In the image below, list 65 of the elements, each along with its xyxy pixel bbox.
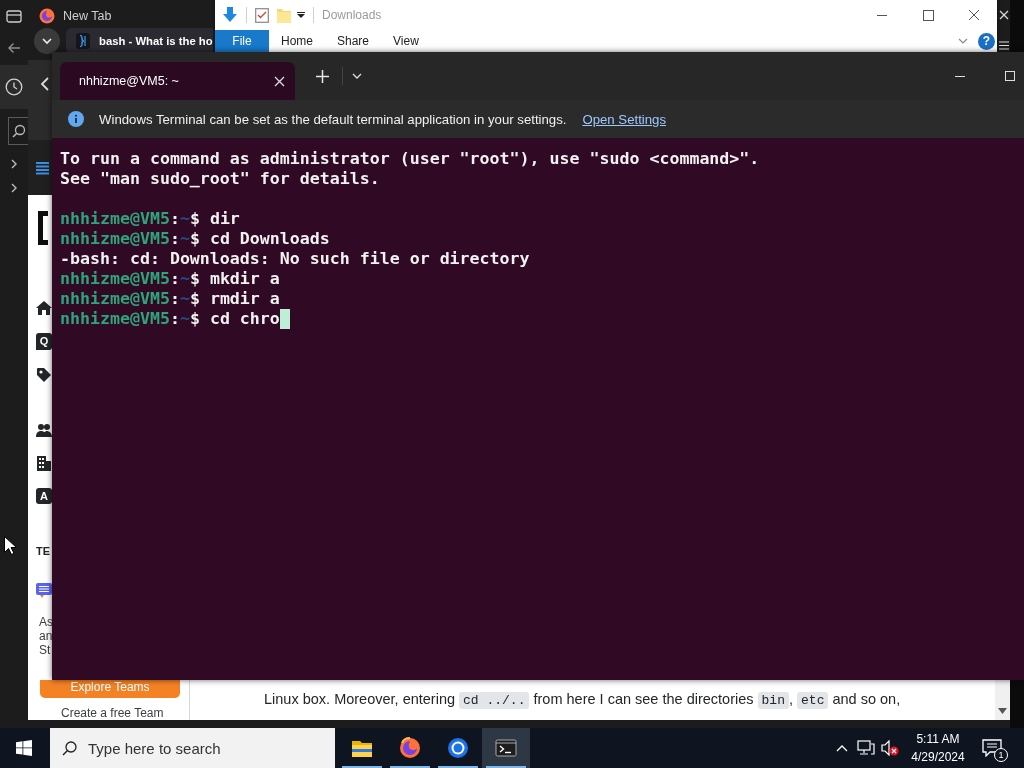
file-menu-tab[interactable]: File: [215, 30, 269, 52]
clock-time[interactable]: 5:11 AM: [916, 730, 960, 748]
ribbon-tab[interactable]: View: [381, 30, 431, 52]
window-title: Downloads: [322, 8, 382, 22]
articles-label[interactable]: A: [36, 488, 52, 504]
terminal-icon: [495, 737, 517, 759]
clock-date[interactable]: 4/29/2024: [911, 748, 965, 766]
teams-icon: [36, 582, 52, 598]
notification-icon[interactable]: [982, 739, 1002, 757]
ribbon-tab[interactable]: Share: [325, 30, 382, 52]
home-icon[interactable]: [36, 300, 52, 316]
clock-icon[interactable]: [5, 78, 23, 96]
chevron-up-icon[interactable]: [836, 744, 848, 752]
output-line: To run a command as administrator (user "root"), use "sudo <command>".: [60, 149, 760, 169]
teams-blurb: As an St: [39, 615, 53, 657]
download-arrow-icon[interactable]: [222, 7, 238, 23]
notification-count: 1: [994, 748, 1008, 762]
teams-heading: TE: [36, 544, 51, 558]
notice-text: Windows Terminal can be set as the default terminal application in your settings.: [99, 111, 567, 127]
users-icon[interactable]: [36, 422, 52, 438]
ribbon-tab[interactable]: Home: [269, 30, 325, 52]
chevron-right-icon[interactable]: [10, 159, 18, 169]
taskbar-app[interactable]: [482, 728, 530, 768]
search-icon: [62, 740, 77, 756]
back-arrow-icon[interactable]: [7, 41, 21, 55]
browser-tab[interactable]: New Tab: [39, 6, 112, 24]
plus-icon[interactable]: [316, 69, 329, 83]
prompt-line: nhhizme@VM5:~$ cd Downloads: [60, 229, 330, 249]
prompt-line: nhhizme@VM5:~$ mkdir a: [60, 269, 280, 289]
tabs-icon[interactable]: [6, 8, 22, 24]
menu-icon[interactable]: [999, 41, 1009, 50]
chevron-right-icon[interactable]: [10, 183, 18, 193]
close-icon[interactable]: [274, 75, 285, 87]
buildings-icon[interactable]: [36, 455, 52, 471]
close-icon[interactable]: [999, 10, 1009, 20]
tag-icon[interactable]: [36, 367, 52, 383]
body-text: Linux box. Moreover, entering cd ../.. from here I can see the directories bin , etc and so on,: [264, 690, 902, 711]
checklist-icon[interactable]: [255, 7, 269, 23]
browser-tab[interactable]: bash - What is the ho: [66, 28, 213, 54]
search-icon: [11, 124, 26, 138]
muted-speaker-icon[interactable]: [881, 740, 899, 756]
open-settings-link[interactable]: Open Settings: [582, 111, 666, 127]
brace-icon: [76, 33, 90, 49]
browser-logo-icon: [399, 737, 421, 759]
pointer-cursor-icon: [4, 536, 16, 555]
info-icon: [68, 111, 84, 127]
questions-label[interactable]: Q: [36, 333, 52, 350]
browser-logo-icon: [39, 8, 55, 24]
minimize-icon[interactable]: [955, 75, 965, 77]
prompt-line: nhhizme@VM5:~$ dir: [60, 209, 240, 229]
stacked-lines-icon[interactable]: [35, 160, 50, 176]
help-button[interactable]: ?: [978, 32, 995, 50]
prompt-line: nhhizme@VM5:~$ cd chro: [60, 309, 280, 329]
prompt-line: nhhizme@VM5:~$ rmdir a: [60, 289, 280, 309]
browser-logo-icon: [447, 737, 469, 759]
output-line: See "man sudo_root" for details.: [60, 169, 380, 189]
start-icon[interactable]: [16, 740, 32, 756]
scroll-down-icon[interactable]: [998, 708, 1007, 714]
caret-icon[interactable]: [297, 12, 305, 18]
maximize-icon[interactable]: [1005, 71, 1015, 81]
chevron-down-icon[interactable]: [34, 28, 60, 54]
output-line: -bash: cd: Downloads: No such file or directory: [60, 249, 530, 269]
terminal-tab[interactable]: nhhizme@VM5: ~: [60, 62, 295, 100]
network-icon[interactable]: [857, 740, 875, 756]
create-team-link[interactable]: Create a free Team: [61, 706, 164, 720]
